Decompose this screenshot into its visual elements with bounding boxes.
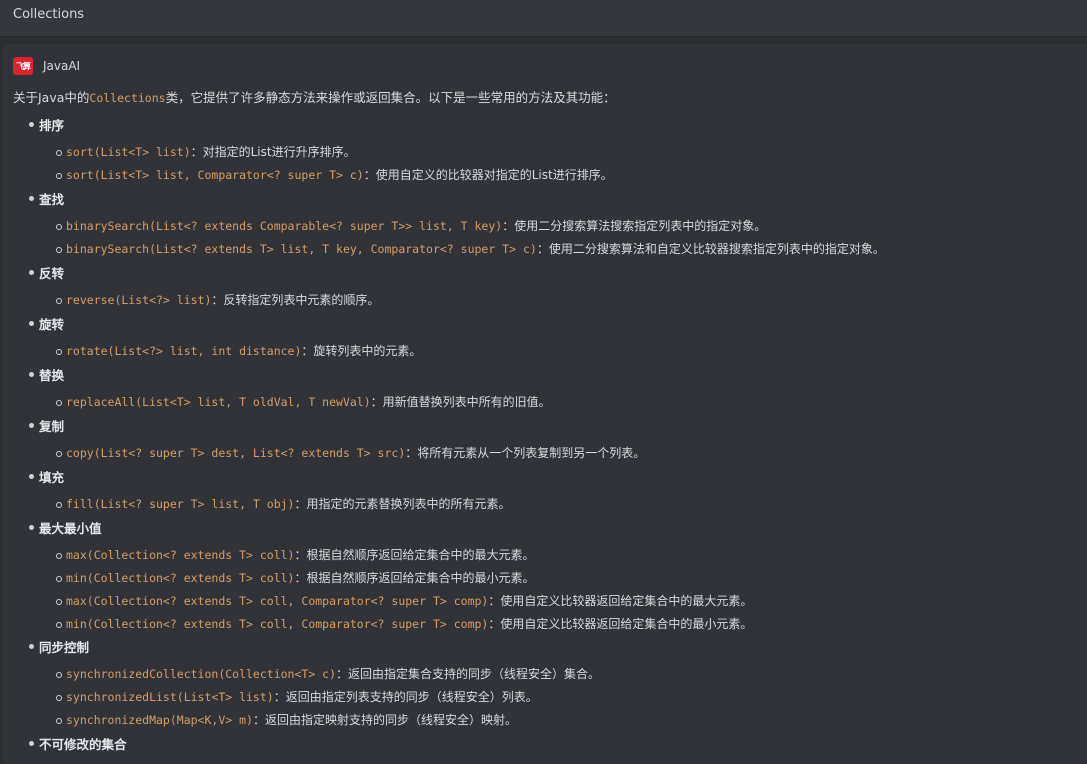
window-title: Collections [13,7,85,22]
list-item: rotate(List<?> list, int distance) ：旋转列表中… [56,342,421,359]
list-item: fill(List<? super T> list, T obj) ：用指定的元素… [56,495,511,512]
method-signature: reverse(List<?> list) [66,292,212,307]
method-description: ：旋转列表中的元素。 [301,344,422,358]
bullet-icon [29,525,34,530]
sub-bullet-icon [56,349,62,355]
list-item: binarySearch(List<? extends T> list, T k… [56,240,885,257]
list-item: synchronizedCollection(Collection<T> c)：… [56,665,600,682]
sub-bullet-icon [56,173,62,179]
list-item: copy(List<? super T> dest, List<? extend… [56,444,645,461]
section-title: 不可修改的集合 [39,737,127,752]
method-description: ：根据自然顺序返回给定集合中的最大元素。 [294,548,535,562]
section-title: 填充 [39,470,65,485]
method-signature: synchronizedList(List<T> list) [66,689,274,704]
list-item: min(Collection<? extends T> coll, Compar… [56,615,752,632]
method-description: ：使用自定义的比较器对指定的List进行排序。 [363,168,613,182]
list-item: sort(List<T> list) ：对指定的List进行升序排序。 [56,143,356,160]
bullet-icon [29,321,34,326]
method-description: ：返回由指定映射支持的同步（线程安全）映射。 [252,713,517,727]
section-title: 反转 [39,266,65,281]
method-description: ：使用自定义比较器返回给定集合中的最小元素。 [488,617,753,631]
section-title: 旋转 [39,317,65,332]
method-signature: binarySearch(List<? extends Comparable<?… [66,218,503,233]
section-heading: 复制 [29,416,64,435]
section-title: 排序 [39,118,65,133]
sub-bullet-icon [56,150,62,156]
method-signature: rotate(List<?> list, int distance) [66,343,302,358]
list-item: min(Collection<? extends T> coll) ：根据自然顺序… [56,569,535,586]
section-heading: 同步控制 [29,637,89,656]
sub-bullet-icon [56,502,62,508]
list-item: replaceAll(List<T> list, T oldVal, T new… [56,393,551,410]
section-title: 查找 [39,192,65,207]
window-titlebar: Collections [0,0,1087,37]
method-signature: sort(List<T> list, Comparator<? super T>… [66,167,364,182]
list-item: reverse(List<?> list) ：反转指定列表中元素的顺序。 [56,291,379,308]
method-description: ：对指定的List进行升序排序。 [190,145,356,159]
sub-bullet-icon [56,576,62,582]
section-heading: 不可修改的集合 [29,734,127,753]
sub-bullet-icon [56,224,62,230]
section-heading: 旋转 [29,314,64,333]
method-description: ：使用二分搜索算法和自定义比较器搜索指定列表中的指定对象。 [536,242,885,256]
bullet-icon [29,644,34,649]
method-description: ：用新值替换列表中所有的旧值。 [370,395,551,409]
sub-bullet-icon [56,400,62,406]
method-description: ：使用二分搜索算法搜索指定列表中的指定对象。 [502,219,767,233]
sub-bullet-icon [56,718,62,724]
section-heading: 最大最小值 [29,518,102,537]
method-signature: binarySearch(List<? extends T> list, T k… [66,241,537,256]
list-item: max(Collection<? extends T> coll, Compar… [56,592,752,609]
sub-bullet-icon [56,695,62,701]
method-description: ：将所有元素从一个列表复制到另一个列表。 [405,446,646,460]
sub-bullet-icon [56,599,62,605]
method-description: ：根据自然顺序返回给定集合中的最小元素。 [294,571,535,585]
list-item: synchronizedMap(Map<K,V> m) ：返回由指定映射支持的同步… [56,711,517,728]
method-signature: copy(List<? super T> dest, List<? extend… [66,445,406,460]
list-item: binarySearch(List<? extends Comparable<?… [56,217,766,234]
section-title: 替换 [39,368,65,383]
section-title: 最大最小值 [39,521,102,536]
chat-message-panel: 飞算 JavaAI 关于Java中的Collections类，它提供了许多静态方… [3,44,1087,764]
list-item: max(Collection<? extends T> coll) ：根据自然顺序… [56,546,535,563]
sub-bullet-icon [56,553,62,559]
section-title: 复制 [39,419,65,434]
sub-bullet-icon [56,672,62,678]
section-heading: 反转 [29,263,64,282]
method-signature: sort(List<T> list) [66,144,191,159]
bullet-icon [29,270,34,275]
method-signature: min(Collection<? extends T> coll, Compar… [66,616,489,631]
bullet-icon [29,372,34,377]
list-item: sort(List<T> list, Comparator<? super T>… [56,166,613,183]
method-signature: max(Collection<? extends T> coll, Compar… [66,593,489,608]
section-heading: 替换 [29,365,64,384]
method-description: ：使用自定义比较器返回给定集合中的最大元素。 [488,594,753,608]
sub-bullet-icon [56,622,62,628]
method-description: ：返回由指定集合支持的同步（线程安全）集合。 [336,667,601,681]
section-heading: 填充 [29,467,64,486]
method-signature: min(Collection<? extends T> coll) [66,570,295,585]
bullet-icon [29,122,34,127]
method-description: ：返回由指定列表支持的同步（线程安全）列表。 [273,690,538,704]
method-description: ：用指定的元素替换列表中的所有元素。 [294,497,511,511]
sub-bullet-icon [56,298,62,304]
method-signature: max(Collection<? extends T> coll) [66,547,295,562]
bullet-icon [29,741,34,746]
bullet-icon [29,196,34,201]
bullet-icon [29,474,34,479]
method-signature: replaceAll(List<T> list, T oldVal, T new… [66,394,371,409]
sub-bullet-icon [56,247,62,253]
method-signature: synchronizedMap(Map<K,V> m) [66,712,253,727]
list-item: synchronizedList(List<T> list) ：返回由指定列表支持… [56,688,538,705]
bullet-icon [29,423,34,428]
method-signature: synchronizedCollection(Collection<T> c) [66,666,337,681]
method-list: 排序 sort(List<T> list) ：对指定的List进行升序排序。 sort… [3,44,1087,764]
method-description: ：反转指定列表中元素的顺序。 [211,293,380,307]
sub-bullet-icon [56,451,62,457]
section-heading: 查找 [29,189,64,208]
section-title: 同步控制 [39,640,90,655]
method-signature: fill(List<? super T> list, T obj) [66,496,295,511]
section-heading: 排序 [29,115,64,134]
